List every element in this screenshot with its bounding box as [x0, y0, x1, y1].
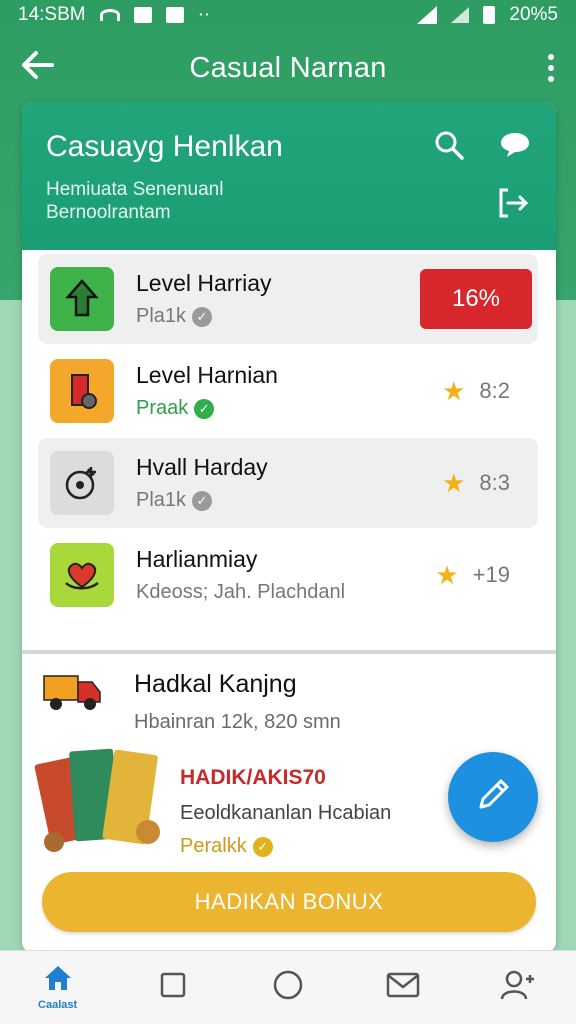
item-title: Level Harriay	[136, 270, 272, 296]
card-subtitle-line2: Bernoolrantam	[46, 202, 171, 223]
nav-home-label: Caalast	[38, 999, 78, 1011]
item-rating: +19	[472, 562, 510, 587]
bottom-navigation: Caalast	[0, 950, 576, 1024]
circle-icon	[272, 969, 304, 1006]
discount-badge: 16%	[420, 269, 532, 329]
verified-icon: ✓	[252, 836, 273, 857]
bonus-button[interactable]: HADIKAN BONUX	[42, 872, 536, 932]
pencil-icon	[473, 775, 513, 820]
battery-icon	[483, 6, 496, 24]
divider	[22, 650, 556, 654]
item-rating: 8:3	[479, 470, 510, 495]
item-subtitle: Praak	[136, 397, 189, 419]
wifi-icon	[99, 9, 120, 21]
bonus-title: HADIK/AKIS70	[180, 766, 326, 789]
gallery-notification-icon	[165, 7, 184, 23]
battery-percent: 20%5	[509, 4, 558, 25]
item-title: Harlianmiay	[136, 546, 258, 572]
list-item[interactable]: Level Harnian Praak ✓ ★ 8:2	[38, 346, 538, 436]
star-icon: ★	[435, 559, 459, 590]
nav-circle[interactable]	[248, 969, 328, 1006]
home-icon	[43, 964, 73, 997]
signal-icon	[417, 6, 438, 24]
document-icon	[50, 359, 114, 423]
verified-icon: ✓	[194, 398, 215, 419]
item-subtitle: Kdeoss; Jah. Plachdanl	[136, 581, 346, 603]
item-title: Hvall Harday	[136, 454, 268, 480]
card-header: Casuayg Henlkan Hemiuata Senenuanl Berno…	[22, 102, 556, 250]
star-icon: ★	[442, 375, 466, 406]
overflow-menu-icon[interactable]	[516, 54, 556, 82]
item-subtitle: Pla1k	[136, 305, 187, 327]
status-bar: 14:SBM ·· 20%5	[0, 0, 576, 30]
status-time: 14:SBM	[18, 4, 86, 25]
app-title: Casual Narnan	[189, 51, 387, 84]
nav-profile[interactable]	[478, 969, 558, 1006]
mail-icon	[386, 971, 420, 1004]
character-icon	[50, 451, 114, 515]
more-notifications-dots: ··	[197, 4, 211, 25]
bonus-description: Eeoldkananlan Hcabian	[180, 802, 392, 824]
heart-hands-icon	[50, 543, 114, 607]
nav-mail[interactable]	[363, 971, 443, 1004]
bonus-tag: Peralkk	[180, 835, 247, 857]
nav-square[interactable]	[133, 971, 213, 1004]
chat-icon[interactable]	[498, 130, 532, 160]
verified-icon: ✓	[192, 490, 213, 511]
item-subtitle: Pla1k	[136, 489, 187, 511]
card-subtitle: Hemiuata Senenuanl Bernoolrantam	[46, 178, 532, 224]
search-icon[interactable]	[434, 130, 464, 160]
back-arrow-icon[interactable]	[20, 50, 60, 86]
item-title: Level Harnian	[136, 362, 278, 388]
verified-icon: ✓	[192, 306, 213, 327]
truck-icon	[42, 670, 106, 740]
profile-icon	[500, 969, 536, 1006]
nav-home[interactable]: Caalast	[18, 964, 98, 1011]
cards-pack-image	[34, 742, 174, 863]
signal-secondary-icon	[451, 7, 470, 23]
list-item[interactable]: Hvall Harday Pla1k ✓ ★ 8:3	[38, 438, 538, 528]
list-item[interactable]: Harlianmiay Kdeoss; Jah. Plachdanl ★ +19	[38, 530, 538, 620]
edit-fab-button[interactable]	[448, 752, 538, 842]
image-notification-icon	[133, 7, 152, 23]
promo-row[interactable]: Hadkal Kanjng Hbainran 12k, 820 smn	[42, 670, 542, 740]
promo-subtitle: Hbainran 12k, 820 smn	[134, 711, 341, 733]
card-subtitle-line1: Hemiuata Senenuanl	[46, 179, 224, 200]
star-icon: ★	[442, 467, 466, 498]
upload-arrow-icon	[50, 267, 114, 331]
exit-icon[interactable]	[496, 186, 530, 220]
square-icon	[159, 971, 187, 1004]
list-item[interactable]: Level Harriay Pla1k ✓ 16%	[38, 254, 538, 344]
promo-title: Hadkal Kanjng	[134, 670, 297, 698]
item-rating: 8:2	[479, 378, 510, 403]
